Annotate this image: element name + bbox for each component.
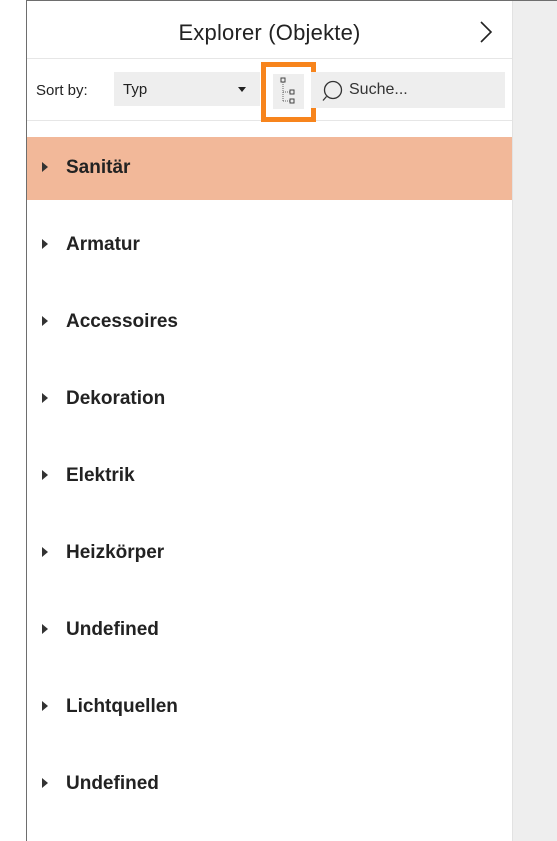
expand-caret-icon[interactable] (42, 547, 48, 557)
collapse-panel-button[interactable] (476, 19, 496, 45)
list-item-lichtquellen[interactable]: Lichtquellen (27, 676, 512, 739)
expand-caret-icon[interactable] (42, 624, 48, 634)
list-item-label: Heizkörper (66, 542, 165, 563)
expand-caret-icon[interactable] (42, 778, 48, 788)
list-item-label: Elektrik (66, 465, 135, 486)
sort-by-value: Typ (123, 81, 148, 98)
explorer-toolbar: Sort by: Typ (27, 59, 512, 122)
list-item-label: Dekoration (66, 388, 166, 409)
search-input[interactable] (349, 75, 499, 105)
list-item-undefined[interactable]: Undefined (27, 753, 512, 816)
chevron-right-icon (480, 21, 493, 43)
list-item-label: Undefined (66, 773, 159, 794)
explorer-panel: Explorer (Objekte) Sort by: Typ Suche...… (27, 1, 512, 841)
sort-by-label: Sort by: (36, 82, 88, 99)
expand-caret-icon[interactable] (42, 162, 48, 172)
list-item-heizkoerper[interactable]: Heizkörper (27, 522, 512, 585)
explorer-header: Explorer (Objekte) (27, 1, 512, 59)
list-item-label: Armatur (66, 234, 140, 255)
list-item-accessoires[interactable]: Accessoires (27, 291, 512, 354)
list-item-armatur[interactable]: Armatur (27, 214, 512, 277)
expand-caret-icon[interactable] (42, 470, 48, 480)
sort-by-dropdown[interactable]: Typ (114, 72, 260, 106)
expand-caret-icon[interactable] (42, 393, 48, 403)
dropdown-arrow-icon (238, 87, 246, 92)
tree-view-icon (280, 77, 295, 104)
panel-title: Explorer (Objekte) (178, 20, 361, 45)
search-icon (322, 80, 343, 101)
list-item-label: Sanitär (66, 157, 131, 178)
list-item-sanitaer[interactable]: Sanitär (27, 137, 512, 200)
list-item-dekoration[interactable]: Dekoration (27, 368, 512, 431)
list-item-label: Lichtquellen (66, 696, 178, 717)
tree-view-toggle-button[interactable] (261, 62, 316, 122)
expand-caret-icon[interactable] (42, 239, 48, 249)
expand-caret-icon[interactable] (42, 701, 48, 711)
expand-caret-icon[interactable] (42, 316, 48, 326)
search-box[interactable] (311, 72, 505, 108)
list-item-label: Undefined (66, 619, 159, 640)
side-pane (512, 1, 557, 841)
list-item-undefined[interactable]: Undefined (27, 599, 512, 662)
object-category-list: Sanitär Armatur Accessoires Dekoration E… (27, 137, 512, 830)
list-item-label: Accessoires (66, 311, 178, 332)
list-item-elektrik[interactable]: Elektrik (27, 445, 512, 508)
